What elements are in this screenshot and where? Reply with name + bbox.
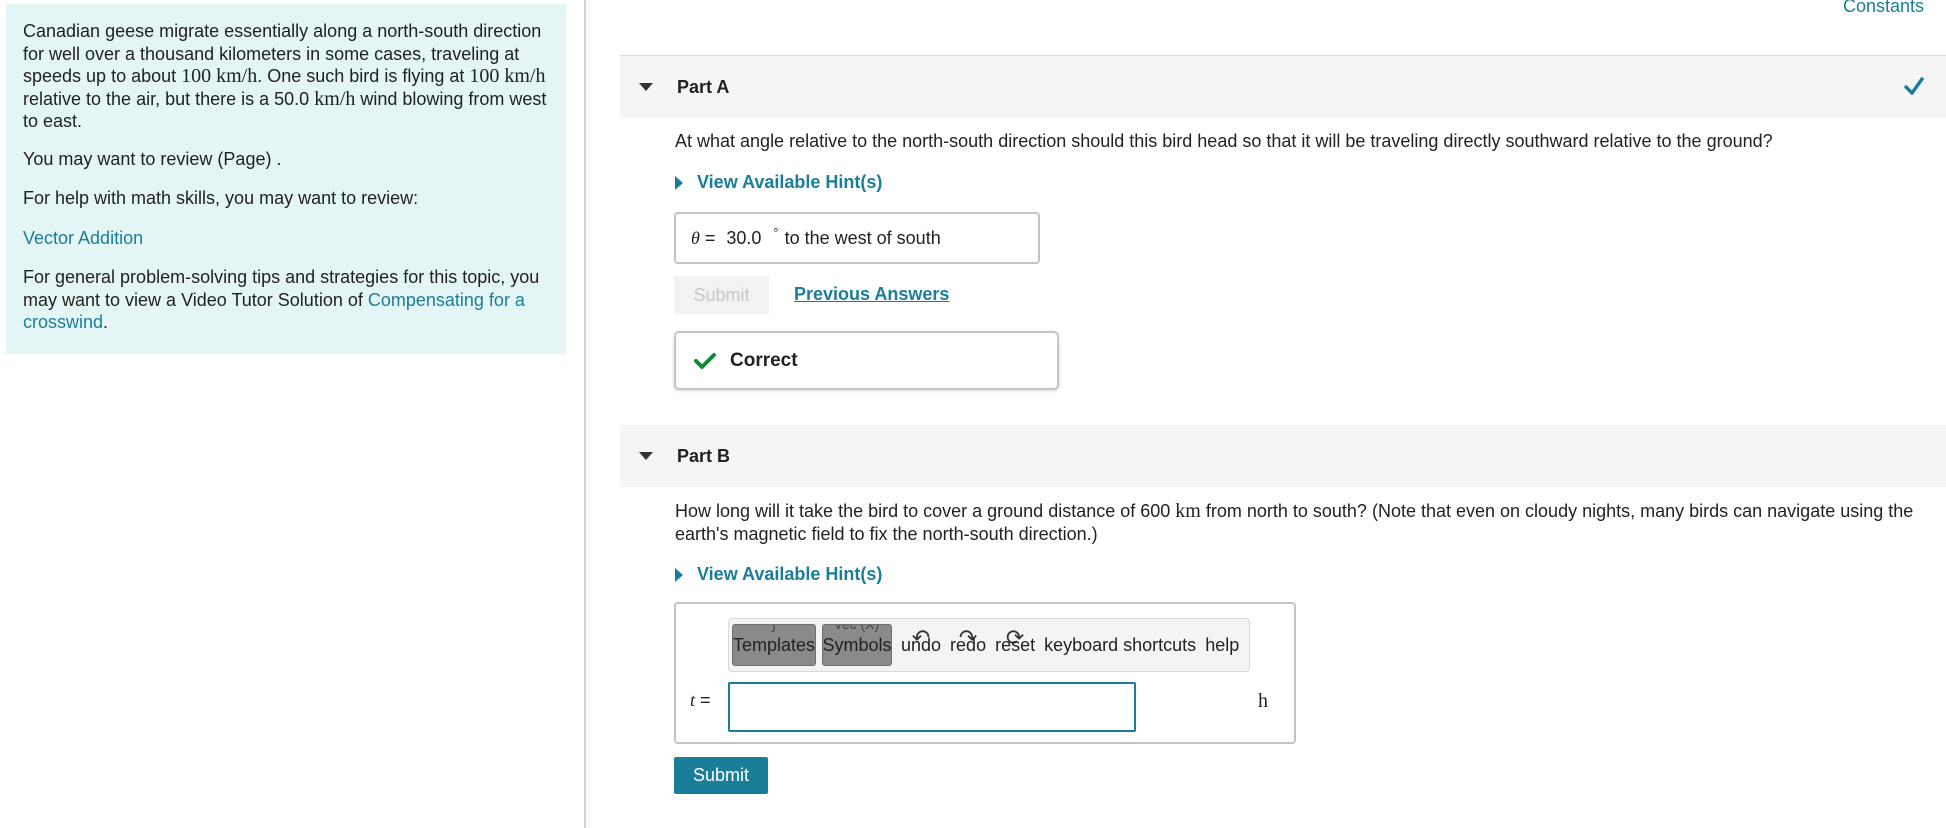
math-help-text: For help with math skills, you may want …	[23, 188, 419, 208]
part-b-hint-toggle[interactable]: View Available Hint(s)	[675, 564, 882, 585]
constants-link[interactable]: Constants	[1843, 0, 1924, 17]
bird-speed: 100 km/h	[469, 65, 546, 87]
help-button[interactable]: help	[1205, 635, 1239, 656]
theta-symbol: θ	[691, 227, 700, 248]
previous-answers-link[interactable]: Previous Answers	[794, 284, 949, 305]
wind-speed: 50.0	[274, 88, 310, 109]
collapse-caret-icon	[639, 83, 653, 91]
expand-caret-icon	[675, 175, 683, 190]
undo-button[interactable]: ↶ undo	[901, 625, 941, 656]
part-a-title: Part A	[677, 76, 730, 97]
part-b-title: Part B	[677, 445, 731, 466]
review-page-text: You may want to review (Page) .	[23, 148, 282, 169]
part-b-answer-input[interactable]	[728, 682, 1136, 732]
templates-button[interactable]: ∫ Templates	[732, 624, 816, 666]
part-a-answer-box: θ = 30.0 ° to the west of south	[674, 212, 1040, 264]
feedback-label: Correct	[730, 349, 798, 371]
expand-caret-icon	[675, 567, 683, 582]
problem-statement: Canadian geese migrate essentially along…	[23, 21, 547, 131]
checkmark-icon	[1904, 77, 1924, 95]
collapse-caret-icon	[639, 452, 653, 460]
unit-label: h	[1258, 690, 1268, 712]
checkmark-icon	[694, 352, 716, 369]
direction-text: to the west of south	[784, 227, 941, 248]
reset-button[interactable]: ⟳ reset	[995, 625, 1035, 656]
part-b-submit-button[interactable]: Submit	[674, 757, 768, 794]
problem-intro-panel: Canadian geese migrate essentially along…	[6, 4, 566, 354]
part-a-answer-value: 30.0	[726, 227, 762, 248]
part-b-header[interactable]: Part B	[620, 425, 1946, 487]
part-a-hint-toggle[interactable]: View Available Hint(s)	[675, 172, 882, 193]
t-variable: t =	[690, 690, 716, 710]
correct-feedback-box: Correct	[674, 331, 1059, 390]
part-a-submit-button[interactable]: Submit	[674, 276, 769, 314]
degree-symbol: °	[773, 224, 779, 240]
part-a-header[interactable]: Part A	[620, 56, 1946, 118]
tips-text: For general problem-solving tips and str…	[23, 267, 540, 332]
panel-divider	[584, 0, 586, 828]
vector-addition-link[interactable]: Vector Addition	[23, 228, 143, 248]
keyboard-shortcuts-button[interactable]: keyboard shortcuts	[1044, 635, 1196, 656]
symbols-button[interactable]: vec (X) Symbols	[822, 624, 892, 666]
speed-max: 100 km/h	[181, 65, 258, 87]
part-b-answer-box: ∫ Templates vec (X) Symbols ↶ undo ↷ red…	[674, 602, 1296, 744]
math-toolbar: ∫ Templates vec (X) Symbols ↶ undo ↷ red…	[728, 618, 1250, 672]
part-a-question: At what angle relative to the north-sout…	[675, 131, 1773, 151]
part-b-question: How long will it take the bird to cover …	[675, 500, 1914, 544]
redo-button[interactable]: ↷ redo	[950, 625, 986, 656]
